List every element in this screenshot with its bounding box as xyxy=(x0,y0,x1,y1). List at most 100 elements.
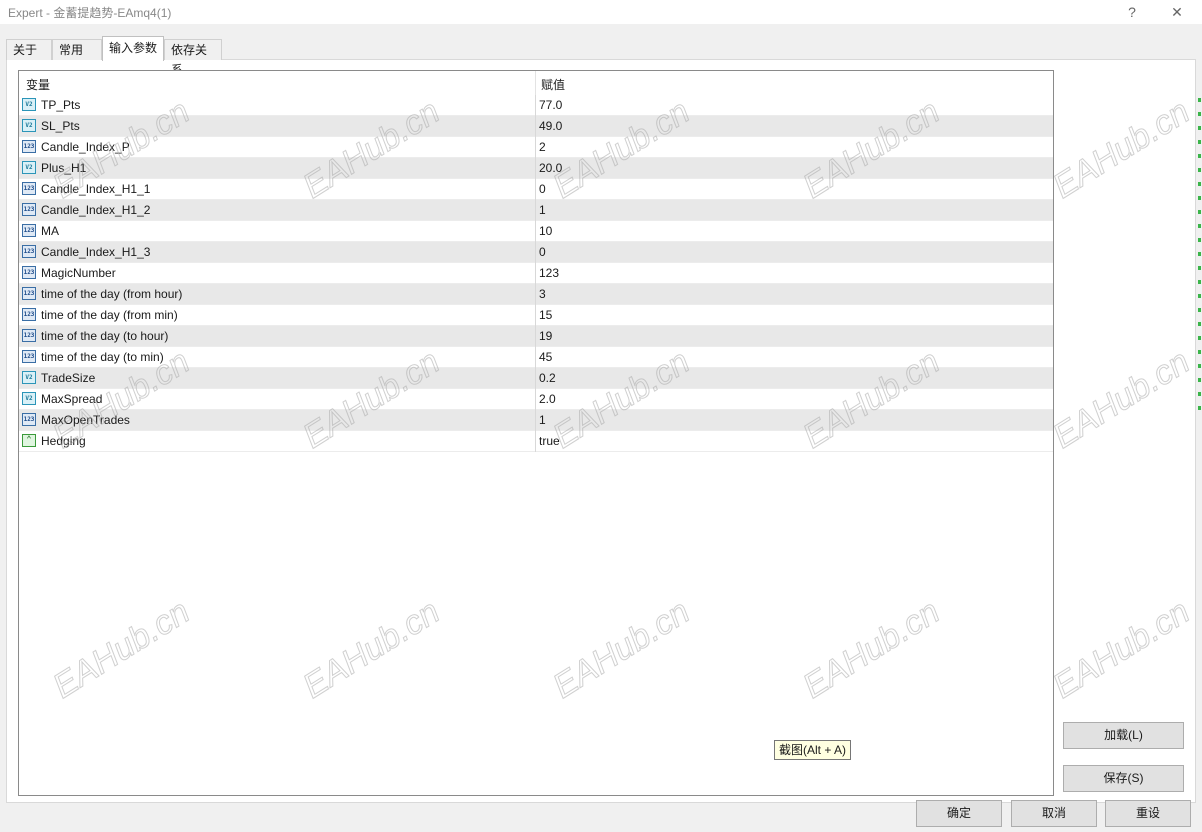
v2-icon: V2 xyxy=(22,392,36,405)
v2-icon: V2 xyxy=(22,371,36,384)
table-row[interactable]: ⌃ Hedging true xyxy=(19,431,1053,452)
column-divider xyxy=(535,431,536,452)
column-divider xyxy=(535,410,536,431)
column-divider xyxy=(535,221,536,242)
table-row[interactable]: V2 MaxSpread 2.0 xyxy=(19,389,1053,410)
reset-button[interactable]: 重设 xyxy=(1105,800,1191,827)
column-divider xyxy=(535,263,536,284)
param-value[interactable]: 20.0 xyxy=(539,161,562,175)
table-row[interactable]: 123 time of the day (to hour) 19 xyxy=(19,326,1053,347)
123-icon: 123 xyxy=(22,350,36,363)
close-button[interactable]: ✕ xyxy=(1163,2,1191,22)
param-value[interactable]: 3 xyxy=(539,287,546,301)
table-row[interactable]: V2 SL_Pts 49.0 xyxy=(19,116,1053,137)
param-name: Candle_Index_H1_1 xyxy=(41,182,151,196)
v2-icon: V2 xyxy=(22,161,36,174)
column-divider xyxy=(535,305,536,326)
param-value[interactable]: 45 xyxy=(539,350,552,364)
param-value[interactable]: 19 xyxy=(539,329,552,343)
column-divider xyxy=(535,158,536,179)
table-header: 变量 赋值 xyxy=(19,71,1053,95)
param-value[interactable]: 2.0 xyxy=(539,392,556,406)
column-divider[interactable] xyxy=(535,71,536,95)
param-name: time of the day (to hour) xyxy=(41,329,169,343)
param-name: SL_Pts xyxy=(41,119,80,133)
param-value[interactable]: true xyxy=(539,434,560,448)
table-row[interactable]: 123 Candle_Index_H1_3 0 xyxy=(19,242,1053,263)
parameters-table: 变量 赋值 V2 TP_Pts 77.0 V2 SL_Pts 49.0 123 Candle_… xyxy=(18,70,1054,796)
param-name: MA xyxy=(41,224,59,238)
table-row[interactable]: 123 MA 10 xyxy=(19,221,1053,242)
param-value[interactable]: 10 xyxy=(539,224,552,238)
tab-about[interactable]: 关于 xyxy=(6,39,52,60)
screenshot-tooltip: 截图(Alt + A) xyxy=(774,740,852,760)
123-icon: 123 xyxy=(22,413,36,426)
save-button[interactable]: 保存(S) xyxy=(1063,765,1184,792)
123-icon: 123 xyxy=(22,182,36,195)
param-value[interactable]: 0 xyxy=(539,245,546,259)
param-value[interactable]: 123 xyxy=(539,266,559,280)
load-button[interactable]: 加载(L) xyxy=(1063,722,1184,749)
help-button[interactable]: ? xyxy=(1118,2,1146,22)
param-name: time of the day (to min) xyxy=(41,350,164,364)
param-name: Plus_H1 xyxy=(41,161,87,175)
column-divider xyxy=(535,368,536,389)
expert-dialog: Expert - 金蓄提趋势-EAmq4(1) ? ✕ 关于 常用 输入参数 依… xyxy=(0,0,1202,832)
param-name: Candle_Index_H1_2 xyxy=(41,203,151,217)
param-name: Candle_Index_P xyxy=(41,140,130,154)
param-name: Candle_Index_H1_3 xyxy=(41,245,151,259)
window-title: Expert - 金蓄提趋势-EAmq4(1) xyxy=(8,6,172,20)
param-value[interactable]: 77.0 xyxy=(539,98,562,112)
param-value[interactable]: 1 xyxy=(539,203,546,217)
param-value[interactable]: 2 xyxy=(539,140,546,154)
title-bar: Expert - 金蓄提趋势-EAmq4(1) ? ✕ xyxy=(0,0,1202,24)
table-row[interactable]: 123 time of the day (from hour) 3 xyxy=(19,284,1053,305)
table-row[interactable]: 123 time of the day (to min) 45 xyxy=(19,347,1053,368)
table-row[interactable]: 123 MagicNumber 123 xyxy=(19,263,1053,284)
tab-inputs[interactable]: 输入参数 xyxy=(102,36,164,61)
param-value[interactable]: 15 xyxy=(539,308,552,322)
column-header-value[interactable]: 赋值 xyxy=(541,76,565,93)
column-divider xyxy=(535,347,536,368)
table-row[interactable]: V2 TP_Pts 77.0 xyxy=(19,95,1053,116)
column-divider xyxy=(535,116,536,137)
table-row[interactable]: 123 MaxOpenTrades 1 xyxy=(19,410,1053,431)
123-icon: 123 xyxy=(22,140,36,153)
cancel-button[interactable]: 取消 xyxy=(1011,800,1097,827)
column-divider xyxy=(535,95,536,116)
123-icon: 123 xyxy=(22,245,36,258)
param-name: TP_Pts xyxy=(41,98,81,112)
column-divider xyxy=(535,137,536,158)
param-value[interactable]: 0.2 xyxy=(539,371,556,385)
table-row[interactable]: V2 TradeSize 0.2 xyxy=(19,368,1053,389)
green-edge-marks xyxy=(1198,88,1201,418)
column-header-variable[interactable]: 变量 xyxy=(26,76,50,93)
123-icon: 123 xyxy=(22,308,36,321)
param-name: MaxSpread xyxy=(41,392,103,406)
column-divider xyxy=(535,200,536,221)
bool-chart-icon: ⌃ xyxy=(22,434,36,447)
table-row[interactable]: 123 time of the day (from min) 15 xyxy=(19,305,1053,326)
param-name: Hedging xyxy=(41,434,86,448)
tab-bar: 关于 常用 输入参数 依存关系 xyxy=(6,36,1196,77)
param-value[interactable]: 1 xyxy=(539,413,546,427)
table-row[interactable]: 123 Candle_Index_H1_1 0 xyxy=(19,179,1053,200)
ok-button[interactable]: 确定 xyxy=(916,800,1002,827)
table-row[interactable]: 123 Candle_Index_P 2 xyxy=(19,137,1053,158)
column-divider xyxy=(535,326,536,347)
123-icon: 123 xyxy=(22,287,36,300)
123-icon: 123 xyxy=(22,224,36,237)
tab-dependencies[interactable]: 依存关系 xyxy=(164,39,222,77)
tab-common[interactable]: 常用 xyxy=(52,39,102,60)
table-row[interactable]: 123 Candle_Index_H1_2 1 xyxy=(19,200,1053,221)
param-value[interactable]: 49.0 xyxy=(539,119,562,133)
column-divider xyxy=(535,389,536,410)
param-value[interactable]: 0 xyxy=(539,182,546,196)
column-divider xyxy=(535,179,536,200)
123-icon: 123 xyxy=(22,203,36,216)
param-name: time of the day (from min) xyxy=(41,308,178,322)
v2-icon: V2 xyxy=(22,119,36,132)
table-row[interactable]: V2 Plus_H1 20.0 xyxy=(19,158,1053,179)
param-name: MaxOpenTrades xyxy=(41,413,130,427)
123-icon: 123 xyxy=(22,266,36,279)
